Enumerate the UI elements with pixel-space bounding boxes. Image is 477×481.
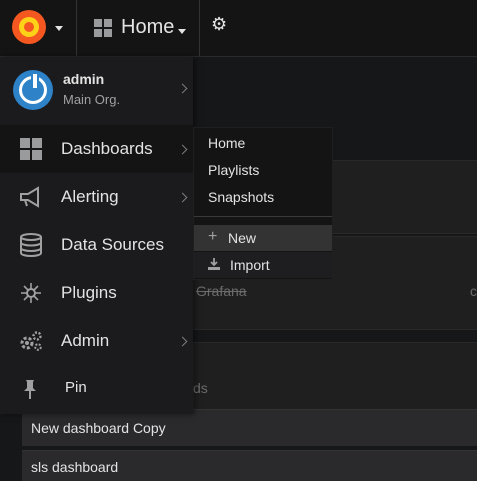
download-icon	[208, 258, 220, 270]
submenu-item-label: Home	[208, 135, 246, 151]
sidemenu-item-label: Admin	[61, 331, 110, 350]
chevron-right-icon	[177, 83, 188, 94]
chevron-right-icon	[177, 336, 188, 347]
sidemenu-item-label: Dashboards	[61, 139, 153, 158]
gear-icon: ⚙	[211, 14, 228, 35]
dashboards-grid-icon	[20, 138, 42, 160]
sidemenu-item-alerting[interactable]: Alerting	[0, 173, 193, 221]
side-menu: admin Main Org. Dashboards Alerting Data…	[0, 57, 193, 414]
dashboard-list-item-title: sls dashboard	[31, 459, 119, 475]
caret-down-icon	[178, 29, 186, 34]
grafana-logo-icon	[12, 10, 46, 44]
submenu-item-label: New	[228, 230, 257, 246]
sidemenu-item-label: Data Sources	[61, 235, 164, 254]
dashboard-list-item-title: New dashboard Copy	[31, 420, 166, 436]
dashboards-submenu: Home Playlists Snapshots + New Import	[193, 127, 333, 280]
submenu-item-label: Snapshots	[208, 189, 275, 205]
chevron-right-icon	[177, 192, 188, 203]
submenu-item-home[interactable]: Home	[194, 130, 332, 156]
chevron-right-icon	[177, 144, 188, 155]
submenu-item-label: Import	[230, 257, 270, 273]
caret-down-icon	[55, 26, 63, 31]
megaphone-icon	[20, 186, 39, 208]
sidemenu-item-pin[interactable]: Pin	[0, 365, 193, 413]
dashboards-grid-icon	[94, 19, 112, 37]
dashboard-settings-button[interactable]: ⚙	[200, 0, 238, 56]
sidemenu-item-plugins[interactable]: Plugins	[0, 269, 193, 317]
user-name: admin	[63, 71, 105, 87]
submenu-item-playlists[interactable]: Playlists	[194, 157, 332, 183]
sidemenu-item-dashboards[interactable]: Dashboards	[0, 125, 193, 173]
sidemenu-item-data-sources[interactable]: Data Sources	[0, 221, 193, 269]
sidemenu-item-label: Plugins	[61, 283, 117, 302]
submenu-divider	[194, 216, 332, 217]
sidemenu-item-admin[interactable]: Admin	[0, 317, 193, 365]
background-panel	[193, 342, 477, 410]
pin-icon	[24, 380, 36, 399]
user-org: Main Org.	[63, 92, 121, 107]
submenu-item-import[interactable]: Import	[194, 252, 332, 278]
background-strike-text: Grafana	[196, 283, 247, 299]
user-avatar	[13, 70, 53, 110]
dashboard-title: Home	[121, 16, 175, 38]
background-faded-text: ds	[193, 380, 208, 396]
database-icon	[20, 233, 42, 257]
plugins-icon	[21, 283, 41, 303]
dashboard-picker-button[interactable]: Home	[77, 0, 198, 56]
background-edge-text: c	[470, 283, 477, 299]
gears-icon	[20, 331, 42, 351]
submenu-item-new[interactable]: + New	[194, 225, 332, 251]
user-profile-item[interactable]: admin Main Org.	[0, 57, 193, 123]
plus-icon: +	[208, 228, 218, 245]
grafana-menu-button[interactable]	[0, 0, 75, 56]
sidemenu-item-label: Pin	[65, 379, 87, 396]
top-navbar: Home ⚙	[0, 0, 477, 57]
sidemenu-item-label: Alerting	[61, 187, 119, 206]
submenu-item-snapshots[interactable]: Snapshots	[194, 184, 332, 210]
dashboard-list-item[interactable]: New dashboard Copy	[22, 409, 477, 446]
submenu-item-label: Playlists	[208, 162, 260, 178]
